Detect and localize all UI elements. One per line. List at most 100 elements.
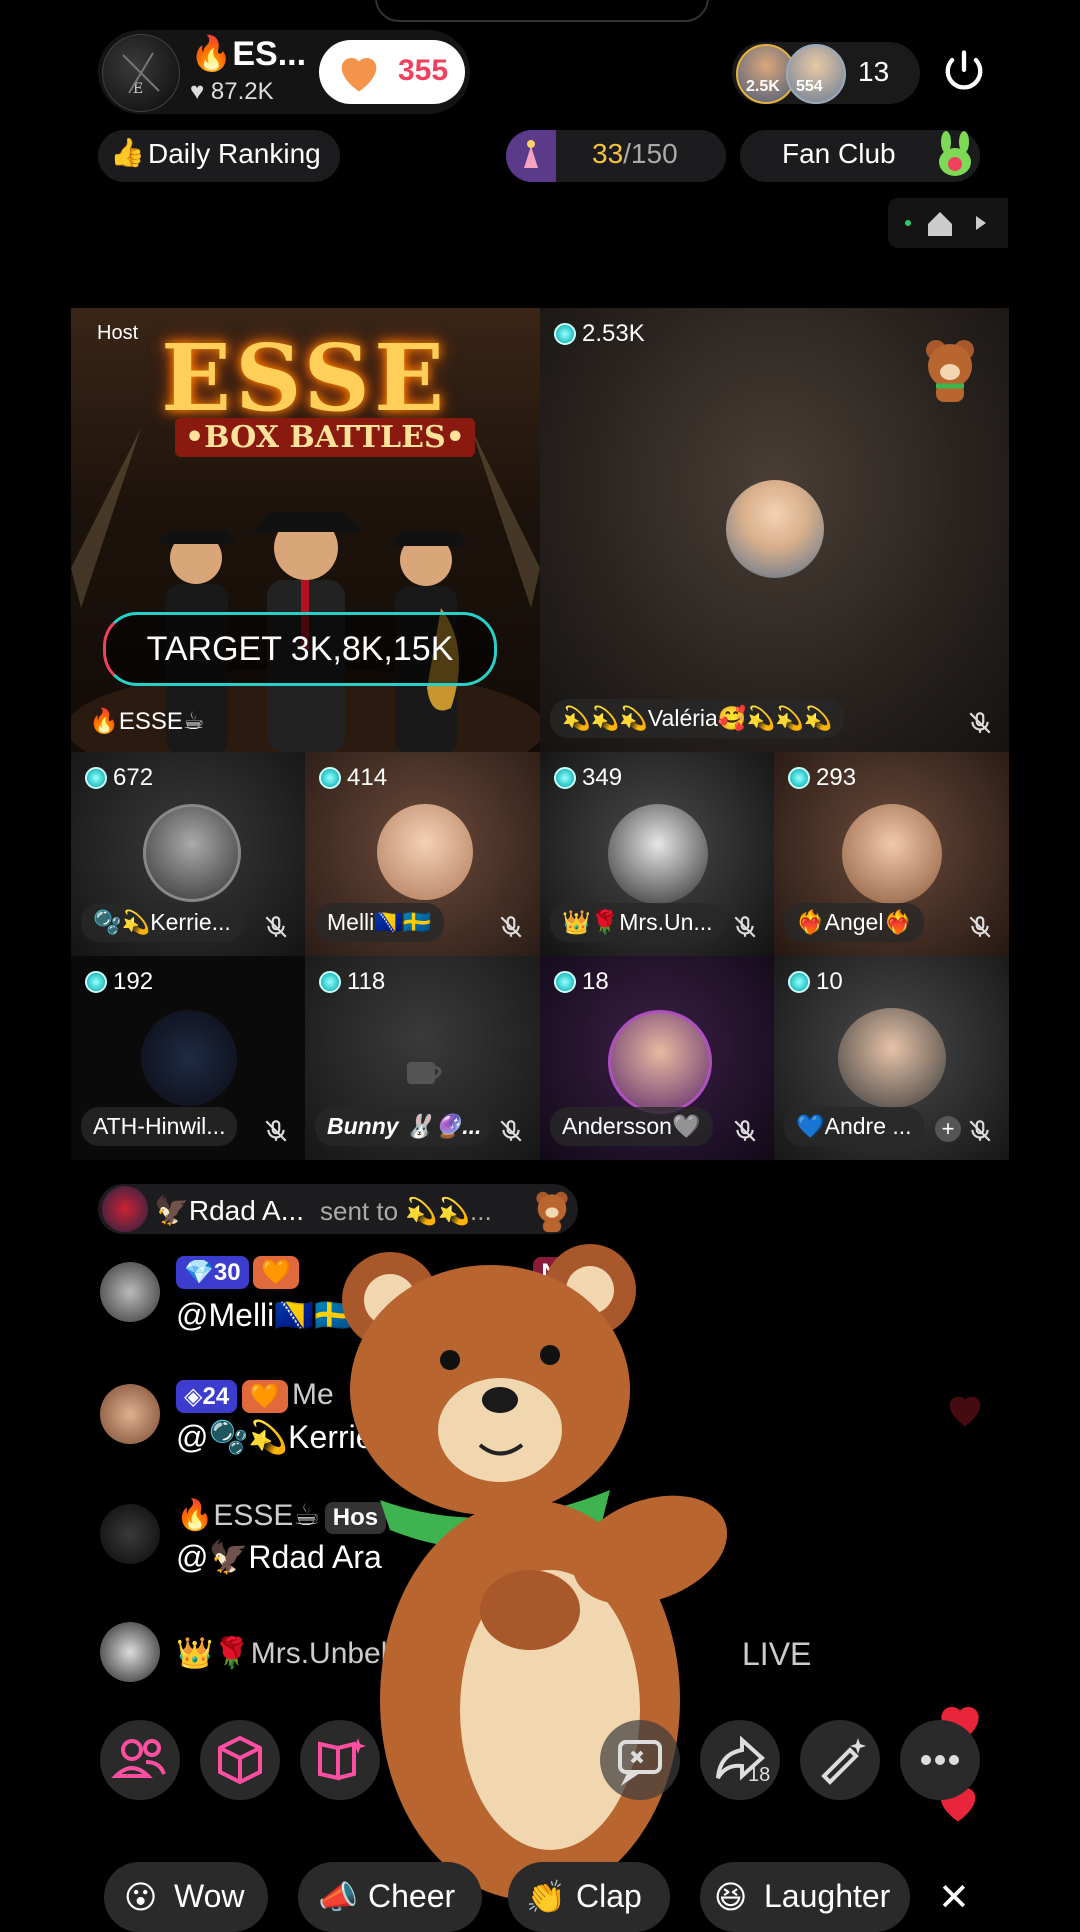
gem-icon bbox=[85, 767, 107, 789]
guest-score-value: 414 bbox=[347, 764, 388, 791]
like-count: 355 bbox=[398, 54, 449, 87]
guest-name: 🫧💫Kerrie... bbox=[81, 903, 243, 942]
mic-muted-icon bbox=[967, 914, 993, 940]
box-battle-button[interactable] bbox=[200, 1720, 280, 1800]
guest-tile[interactable]: 349 👑🌹Mrs.Un... bbox=[540, 752, 774, 956]
guest-score: 2.53K bbox=[554, 320, 645, 348]
chat-toggle-button[interactable] bbox=[600, 1720, 680, 1800]
guest-score-value: 192 bbox=[113, 968, 154, 995]
guest-score-value: 293 bbox=[816, 764, 857, 791]
guest-tile[interactable]: 18 Andersson🩶 bbox=[540, 956, 774, 1160]
gem-icon bbox=[554, 323, 576, 345]
guest-avatar bbox=[141, 1010, 237, 1106]
top-viewer-badge-1: 2.5K bbox=[746, 78, 780, 95]
guest-avatar bbox=[838, 1008, 946, 1108]
reaction-label: Laughter bbox=[764, 1878, 891, 1914]
fan-club-mascot-icon bbox=[930, 130, 980, 182]
chat-avatar[interactable] bbox=[100, 1384, 160, 1444]
guest-tile[interactable]: 293 ❤️‍🔥Angel❤️‍🔥 bbox=[774, 752, 1009, 956]
fan-badge: 🧡 bbox=[253, 1256, 299, 1289]
guest-score-value: 2.53K bbox=[582, 320, 645, 347]
add-icon[interactable]: + bbox=[935, 1116, 961, 1142]
share-button[interactable] bbox=[700, 1720, 780, 1800]
chat-avatar[interactable] bbox=[100, 1262, 160, 1322]
mic-muted-icon bbox=[967, 1118, 993, 1144]
guest-tile[interactable]: 192 ATH-Hinwil... bbox=[71, 956, 305, 1160]
guest-score-value: 10 bbox=[816, 968, 843, 995]
viewer-count[interactable]: 13 bbox=[858, 56, 889, 88]
guest-score-value: 118 bbox=[347, 968, 386, 995]
host-tile[interactable]: Host ESSE •BOX BATTLES• TARGET 3K,8K,15K… bbox=[71, 308, 540, 752]
guests-button[interactable] bbox=[100, 1720, 180, 1800]
host-tag: Host bbox=[97, 322, 139, 344]
guest-tile-main[interactable]: 2.53K 💫💫💫Valéria🥰💫💫💫 bbox=[540, 308, 1009, 752]
goal-progress-text: 33/150 bbox=[592, 138, 678, 170]
gem-icon bbox=[319, 971, 341, 993]
mini-controls[interactable] bbox=[888, 198, 1008, 248]
guest-tile[interactable]: 414 Melli🇧🇦🇸🇪 bbox=[305, 752, 540, 956]
host-avatar[interactable]: E bbox=[102, 34, 180, 112]
poster-title: ESSE bbox=[161, 324, 449, 432]
guest-avatar bbox=[726, 480, 824, 578]
magic-wand-button[interactable] bbox=[800, 1720, 880, 1800]
guest-name: Andersson🩶 bbox=[550, 1107, 713, 1146]
guest-score-value: 672 bbox=[113, 764, 154, 791]
guest-tile[interactable]: 10 💙Andre ... + bbox=[774, 956, 1009, 1160]
guest-score: 672 bbox=[85, 764, 153, 792]
daily-ranking-label: Daily Ranking bbox=[148, 138, 321, 169]
poster-subtitle: •BOX BATTLES• bbox=[175, 418, 475, 457]
guest-score: 18 bbox=[554, 968, 609, 996]
gem-icon bbox=[788, 971, 810, 993]
mic-muted-icon bbox=[498, 914, 524, 940]
chat-username: Me bbox=[291, 1378, 334, 1411]
gift-sender-avatar bbox=[102, 1186, 148, 1232]
gift-notice-text: sent to 💫💫... bbox=[320, 1196, 492, 1226]
mic-muted-icon bbox=[967, 710, 993, 736]
chat-message: ◈24 🧡 Me bbox=[176, 1378, 334, 1413]
gem-icon bbox=[554, 971, 576, 993]
reaction-clap-button[interactable]: 👏 Clap bbox=[508, 1862, 670, 1932]
guest-avatar bbox=[842, 804, 942, 904]
cheer-icon: 📣 bbox=[318, 1879, 358, 1915]
more-button[interactable] bbox=[900, 1720, 980, 1800]
chat-avatar[interactable] bbox=[100, 1622, 160, 1682]
gem-icon bbox=[788, 767, 810, 789]
close-icon[interactable]: ✕ bbox=[938, 1875, 970, 1920]
guest-name: ❤️‍🔥Angel❤️‍🔥 bbox=[784, 903, 925, 942]
chat-username: 🔥ESSE☕ bbox=[176, 1499, 321, 1532]
guest-name: 💙Andre ... bbox=[784, 1107, 924, 1146]
gift-sender-name: 🦅Rdad A... bbox=[154, 1195, 305, 1226]
gem-icon bbox=[85, 971, 107, 993]
reaction-laughter-button[interactable]: 😆 Laughter bbox=[700, 1862, 910, 1932]
fan-club-label: Fan Club bbox=[782, 138, 896, 169]
guest-name: 💫💫💫Valéria🥰💫💫💫 bbox=[550, 699, 845, 738]
guest-score: 414 bbox=[319, 764, 387, 792]
gift-goal-icon bbox=[506, 130, 556, 182]
power-icon[interactable] bbox=[938, 46, 990, 98]
guest-score-value: 349 bbox=[582, 764, 623, 791]
level-badge: 💎30 bbox=[176, 1256, 249, 1289]
guest-score: 118 bbox=[319, 968, 385, 996]
mic-muted-icon bbox=[732, 1118, 758, 1144]
guest-score: 192 bbox=[85, 968, 153, 996]
goal-progress-total: /150 bbox=[623, 138, 678, 169]
level-badge-value: 30 bbox=[213, 1259, 241, 1286]
top-viewer-badge-2: 554 bbox=[796, 78, 823, 95]
host-tile-caption: 🔥ESSE☕ bbox=[89, 708, 205, 735]
orange-heart-icon bbox=[333, 46, 385, 98]
reaction-cheer-button[interactable]: 📣 Cheer bbox=[298, 1862, 482, 1932]
guest-name: 👑🌹Mrs.Un... bbox=[550, 903, 724, 942]
guest-tile[interactable]: 118 Bunny 🐰🔮... bbox=[305, 956, 540, 1160]
fan-badge: 🧡 bbox=[241, 1380, 288, 1413]
book-button[interactable] bbox=[300, 1720, 380, 1800]
mic-muted-icon bbox=[263, 1118, 289, 1144]
guest-tile[interactable]: 672 🫧💫Kerrie... bbox=[71, 752, 305, 956]
wow-face-icon: 😮 bbox=[124, 1879, 158, 1915]
guest-name: ATH-Hinwil... bbox=[81, 1107, 238, 1146]
mic-muted-icon bbox=[732, 914, 758, 940]
reaction-wow-button[interactable]: 😮 Wow bbox=[104, 1862, 268, 1932]
floating-heart-icon bbox=[940, 1386, 990, 1432]
reaction-label: Clap bbox=[576, 1878, 642, 1914]
chat-avatar[interactable] bbox=[100, 1504, 160, 1564]
camera-notch bbox=[375, 0, 709, 22]
